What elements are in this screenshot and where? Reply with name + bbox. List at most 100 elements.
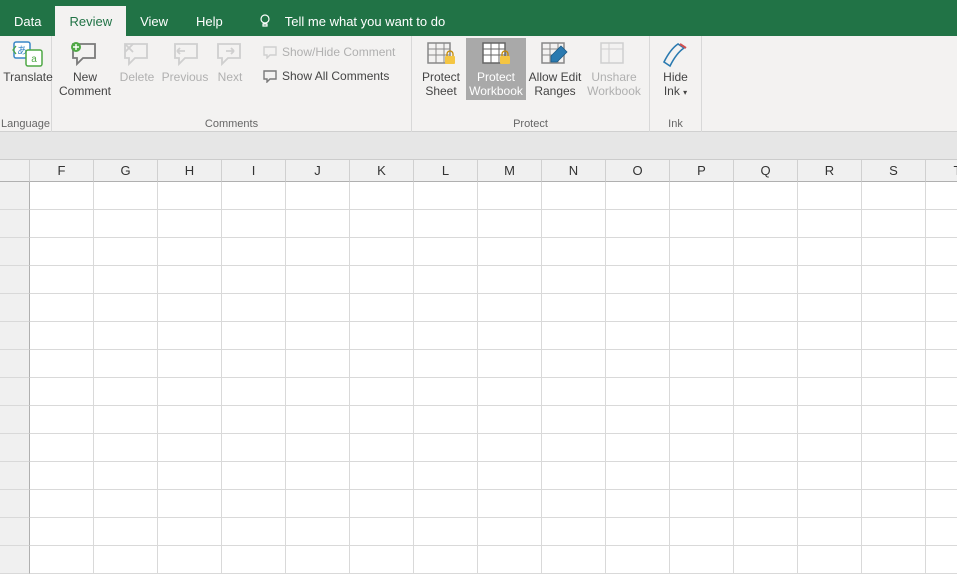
row-header-edge[interactable] (0, 294, 30, 322)
cell[interactable] (414, 238, 478, 266)
cell[interactable] (414, 462, 478, 490)
delete-comment-button[interactable]: Delete (114, 38, 160, 86)
cell[interactable] (30, 378, 94, 406)
cell[interactable] (350, 350, 414, 378)
cell[interactable] (286, 518, 350, 546)
cell[interactable] (158, 210, 222, 238)
cell[interactable] (798, 266, 862, 294)
cell[interactable] (926, 518, 957, 546)
cell[interactable] (414, 266, 478, 294)
cell[interactable] (798, 434, 862, 462)
cell[interactable] (862, 210, 926, 238)
cell[interactable] (158, 434, 222, 462)
col-header[interactable]: P (670, 160, 734, 182)
col-header[interactable]: T (926, 160, 957, 182)
cell[interactable] (158, 518, 222, 546)
cell[interactable] (606, 490, 670, 518)
cell[interactable] (222, 546, 286, 574)
cell[interactable] (670, 266, 734, 294)
row-header-edge[interactable] (0, 518, 30, 546)
cell[interactable] (414, 434, 478, 462)
cell[interactable] (158, 238, 222, 266)
cell[interactable] (542, 322, 606, 350)
cell[interactable] (670, 294, 734, 322)
translate-button[interactable]: あ a Translate (4, 38, 52, 86)
cell[interactable] (414, 182, 478, 210)
col-header[interactable]: K (350, 160, 414, 182)
cell[interactable] (222, 406, 286, 434)
cell[interactable] (94, 266, 158, 294)
cell[interactable] (30, 462, 94, 490)
cell[interactable] (414, 378, 478, 406)
cell[interactable] (30, 182, 94, 210)
row-header-edge[interactable] (0, 378, 30, 406)
cell[interactable] (222, 490, 286, 518)
cell[interactable] (30, 266, 94, 294)
cell[interactable] (158, 406, 222, 434)
cell[interactable] (30, 434, 94, 462)
cell[interactable] (606, 462, 670, 490)
cell[interactable] (478, 490, 542, 518)
cell[interactable] (542, 518, 606, 546)
col-header[interactable]: H (158, 160, 222, 182)
cell[interactable] (158, 350, 222, 378)
cell[interactable] (286, 490, 350, 518)
cell[interactable] (478, 462, 542, 490)
cell[interactable] (350, 378, 414, 406)
cell[interactable] (478, 518, 542, 546)
cell[interactable] (734, 322, 798, 350)
cell[interactable] (862, 266, 926, 294)
cell[interactable] (542, 210, 606, 238)
cell[interactable] (478, 434, 542, 462)
row-header-edge[interactable] (0, 182, 30, 210)
col-header[interactable]: S (862, 160, 926, 182)
row-header-edge[interactable] (0, 266, 30, 294)
cell[interactable] (862, 378, 926, 406)
cell[interactable] (350, 294, 414, 322)
cell[interactable] (734, 266, 798, 294)
cell[interactable] (542, 490, 606, 518)
cell[interactable] (734, 378, 798, 406)
cell[interactable] (350, 266, 414, 294)
cell[interactable] (30, 238, 94, 266)
cell[interactable] (222, 350, 286, 378)
cell[interactable] (286, 378, 350, 406)
row-header-edge[interactable] (0, 490, 30, 518)
cell[interactable] (542, 462, 606, 490)
cell[interactable] (862, 322, 926, 350)
col-header[interactable]: O (606, 160, 670, 182)
cell[interactable] (222, 518, 286, 546)
cell[interactable] (286, 238, 350, 266)
cell[interactable] (798, 462, 862, 490)
cell[interactable] (926, 378, 957, 406)
cell[interactable] (94, 406, 158, 434)
cell[interactable] (414, 322, 478, 350)
cell[interactable] (542, 266, 606, 294)
cell[interactable] (734, 434, 798, 462)
cell[interactable] (670, 518, 734, 546)
cell[interactable] (30, 546, 94, 574)
cell[interactable] (542, 546, 606, 574)
cell[interactable] (350, 518, 414, 546)
cell[interactable] (606, 546, 670, 574)
cell[interactable] (478, 182, 542, 210)
cell[interactable] (158, 490, 222, 518)
cell[interactable] (158, 182, 222, 210)
cell[interactable] (926, 434, 957, 462)
cell[interactable] (286, 546, 350, 574)
cell[interactable] (734, 238, 798, 266)
new-comment-button[interactable]: New Comment (56, 38, 114, 100)
cell[interactable] (798, 238, 862, 266)
cell[interactable] (30, 490, 94, 518)
cell[interactable] (606, 518, 670, 546)
cell[interactable] (926, 546, 957, 574)
cell[interactable] (734, 210, 798, 238)
cell[interactable] (94, 294, 158, 322)
cell[interactable] (862, 406, 926, 434)
cell[interactable] (222, 266, 286, 294)
cell[interactable] (478, 294, 542, 322)
cell[interactable] (158, 322, 222, 350)
cell[interactable] (414, 210, 478, 238)
col-header[interactable]: Q (734, 160, 798, 182)
col-header[interactable]: N (542, 160, 606, 182)
